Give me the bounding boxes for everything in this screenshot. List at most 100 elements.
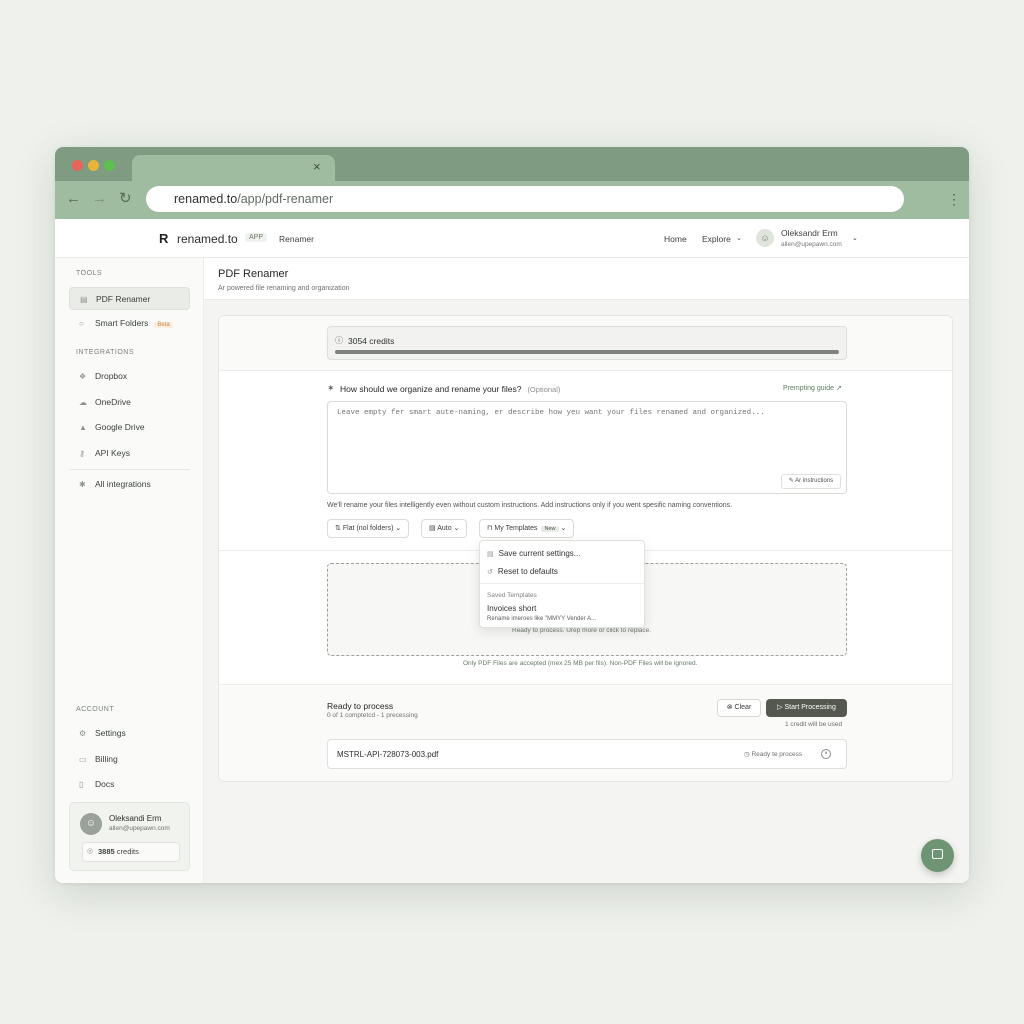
- browser-menu-icon[interactable]: ⋮: [947, 192, 961, 206]
- file-status-text: Ready te process: [751, 751, 803, 758]
- user-avatar[interactable]: ☺: [756, 229, 774, 247]
- mode-select[interactable]: ▤ Auto ⌄: [421, 519, 468, 538]
- sidebar-item-onedrive[interactable]: ☁ OneDrive: [69, 391, 190, 414]
- start-processing-label: Start Processing: [784, 704, 836, 711]
- browser-tab[interactable]: [132, 155, 335, 182]
- reset-defaults-menu-item[interactable]: ↺ Reset to defaults: [487, 567, 558, 578]
- user-card-email: allen@upepawn.com: [109, 825, 170, 832]
- nav-explore-link[interactable]: Explore: [702, 234, 731, 244]
- my-templates-select[interactable]: ⊓ My Templates New ⌄: [479, 519, 575, 538]
- tools-heading: TOOLS: [76, 270, 103, 277]
- dropbox-icon: ❖: [79, 372, 87, 381]
- address-bar[interactable]: renamed.to/app/pdf-renamer: [146, 186, 904, 212]
- save-icon: ▤: [487, 551, 494, 558]
- app-header: R renamed.to APP Renamer Home Explore ⌄ …: [55, 219, 969, 258]
- optional-label: (Optional): [527, 385, 561, 394]
- ai-instructions-button[interactable]: ✎ Ar instructions: [781, 474, 841, 489]
- clear-label: Clear: [734, 704, 752, 711]
- prompting-guide-link[interactable]: Prempting guide ↗: [783, 384, 842, 393]
- save-settings-menu-item[interactable]: ▤ Save current settings...: [487, 549, 580, 560]
- integrations-heading: INTEGRATIONS: [76, 349, 134, 356]
- breadcrumb-renamer[interactable]: Renamer: [279, 234, 314, 244]
- chat-support-button[interactable]: [921, 839, 954, 872]
- folder-icon: ○: [79, 319, 84, 328]
- ready-subtitle: 0 of 1 comptetcd - 1 precessing: [327, 712, 418, 719]
- sidebar-credits-label: credits: [116, 847, 139, 856]
- structure-icon: ⇅: [335, 525, 341, 532]
- info-icon: ⓘ: [335, 336, 343, 345]
- start-processing-button[interactable]: ▷ Start Processing: [766, 699, 847, 717]
- mode-label: Auto: [437, 525, 452, 532]
- sidebar-item-dropbox[interactable]: ❖ Dropbox: [69, 365, 190, 388]
- close-window-dot[interactable]: [72, 160, 83, 171]
- user-card-name: Oleksandi Erm: [109, 814, 162, 823]
- sidebar-item-label: All integrations: [95, 479, 151, 489]
- sidebar-item-settings[interactable]: ⚙ Settings: [69, 722, 190, 745]
- reload-icon[interactable]: ↻: [119, 191, 132, 207]
- credits-label: credits: [369, 336, 395, 346]
- forward-arrow-icon[interactable]: →: [92, 191, 107, 207]
- logo-text[interactable]: renamed.to: [177, 232, 238, 246]
- folder-structure-select[interactable]: ⇅ Flat (nol folders) ⌄: [327, 519, 410, 538]
- document-icon: ▤: [429, 525, 436, 532]
- sidebar-item-label: Dropbox: [95, 371, 128, 381]
- account-heading: ACCOUNT: [76, 706, 115, 713]
- maximize-window-dot[interactable]: [104, 160, 115, 171]
- play-icon: ▷: [777, 704, 783, 711]
- credits-value: 3054: [348, 336, 367, 346]
- user-card-avatar: ☺: [80, 813, 102, 835]
- sidebar-credits-value: 3885: [98, 847, 115, 856]
- save-settings-label: Save current settings...: [498, 549, 581, 558]
- prompt-question-text: How should we organize and rename your f…: [340, 384, 522, 394]
- sidebar-item-smart-folders[interactable]: ○ Smart Folders Beta: [69, 312, 190, 335]
- gear-icon: ⚙: [79, 729, 87, 738]
- template-invoices-short[interactable]: Invoices short: [487, 604, 536, 614]
- main-content: PDF Renamer Ar powered file renaming and…: [204, 258, 969, 883]
- dropzone-text: Ready to process. Urep more or click to …: [512, 627, 652, 634]
- nav-home-link[interactable]: Home: [664, 234, 687, 244]
- user-menu-chevron-icon[interactable]: ⌄: [852, 234, 858, 244]
- minimize-window-dot[interactable]: [88, 160, 99, 171]
- browser-tab-bar: ×: [55, 147, 969, 182]
- url-host: renamed.to: [174, 192, 238, 206]
- sidebar-item-pdf-renamer[interactable]: ▤ PDF Renamer: [69, 287, 190, 310]
- templates-label: My Templates: [494, 525, 538, 532]
- remove-file-icon[interactable]: ×: [821, 749, 831, 759]
- url-path: /app/pdf-renamer: [237, 192, 334, 206]
- pdf-icon: ▤: [80, 295, 88, 304]
- header-user-name: Oleksandr Erm: [781, 228, 838, 238]
- prompt-question: How should we organize and rename your f…: [340, 384, 560, 395]
- clock-icon: ◷: [744, 751, 750, 758]
- beta-badge: Beta: [154, 322, 173, 328]
- bookmark-icon: ⊓: [487, 525, 493, 532]
- tab-close-icon[interactable]: ×: [313, 160, 321, 174]
- sidebar-item-google-drive[interactable]: ▲ Google Drive: [69, 416, 190, 439]
- back-arrow-icon[interactable]: ←: [66, 191, 81, 207]
- sparkle-icon: ✶: [327, 383, 335, 393]
- file-status: ◷ Ready te process: [744, 750, 802, 759]
- user-card[interactable]: ☺ Oleksandi Erm allen@upepawn.com ◎ 3885…: [69, 802, 190, 871]
- sidebar-item-docs[interactable]: ▯ Docs: [69, 773, 190, 796]
- sidebar-item-billing[interactable]: ▭ Billing: [69, 748, 190, 771]
- clear-button[interactable]: ⊗ Clear: [717, 699, 761, 717]
- ready-title: Ready to process: [327, 701, 394, 711]
- templates-dropdown-menu: ▤ Save current settings... ↺ Reset to defa…: [479, 540, 646, 628]
- external-link-icon: ↗: [835, 385, 842, 392]
- sidebar-item-label: Settings: [95, 728, 126, 738]
- chevron-down-icon[interactable]: ⌄: [736, 234, 742, 244]
- file-row: MSTRL-API-728073-003.pdf ◷ Ready te proc…: [327, 739, 847, 769]
- sidebar-item-label: OneDrive: [95, 397, 131, 407]
- coins-icon: ◎: [87, 848, 94, 855]
- new-badge: New: [541, 526, 559, 532]
- chevron-down-icon: ⌄: [395, 525, 402, 532]
- sidebar-item-all-integrations[interactable]: ✱ All integrations: [69, 473, 190, 496]
- folder-structure-label: Flat (nol folders): [342, 525, 394, 532]
- prompt-hint: We'll rename your files intelligently ev…: [327, 502, 733, 509]
- header-user-email: allen@upepawn.com: [781, 241, 842, 248]
- clear-icon: ⊗: [726, 704, 733, 711]
- sidebar-item-api-keys[interactable]: ⚷ API Keys: [69, 442, 190, 465]
- instructions-textarea[interactable]: [327, 401, 847, 494]
- template-description: Rename imeroes like "MMYY Vender A...: [487, 616, 597, 622]
- reset-icon: ↺: [487, 569, 493, 576]
- menu-divider: [480, 583, 646, 584]
